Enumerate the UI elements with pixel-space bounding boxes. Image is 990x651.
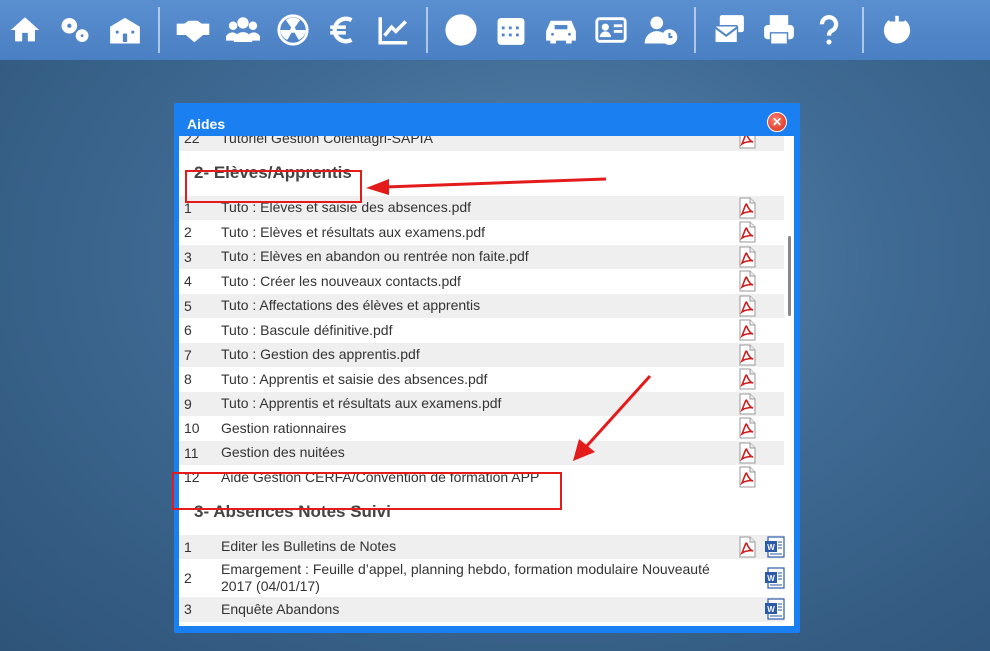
list-item[interactable]: 8 Tuto : Apprentis et saisie des absences… xyxy=(179,367,784,392)
list-item[interactable]: 10 Gestion rationnaires xyxy=(179,416,784,441)
list-item[interactable]: 22 Tutoriel Gestion Colentagri-SAPIA xyxy=(179,136,784,151)
pdf-icon[interactable] xyxy=(736,442,758,464)
item-label: Tuto : Apprentis et saisie des absences.… xyxy=(221,370,488,387)
radiation-icon[interactable] xyxy=(268,0,318,60)
item-label: Gestion des nuitées xyxy=(221,444,345,461)
item-label: Enquête Abandons xyxy=(221,600,340,617)
help-icon[interactable] xyxy=(804,0,854,60)
list-item[interactable]: 6 Tuto : Bascule définitive.pdf xyxy=(179,318,784,343)
id-card-icon[interactable] xyxy=(586,0,636,60)
list-item[interactable]: 1 Editer les Bulletins de Notes W xyxy=(179,534,786,559)
word-icon[interactable]: W xyxy=(764,536,786,558)
pdf-icon[interactable] xyxy=(736,393,758,415)
item-label: Tuto : Bascule définitive.pdf xyxy=(221,321,393,338)
item-label: Editer les Bulletins de Notes xyxy=(221,538,397,555)
item-number: 2 xyxy=(184,224,192,241)
highlight-box-section xyxy=(185,170,362,203)
user-clock-icon[interactable] xyxy=(636,0,686,60)
item-label: Emargement : Feuille d’appel, planning h… xyxy=(221,561,710,594)
toolbar-divider xyxy=(862,7,864,53)
pdf-icon[interactable] xyxy=(736,246,758,268)
highlight-box-item xyxy=(172,472,562,510)
pdf-icon[interactable] xyxy=(736,536,758,558)
item-number: 3 xyxy=(184,601,192,618)
item-number: 7 xyxy=(184,346,192,363)
gears-icon[interactable] xyxy=(50,0,100,60)
toolbar-divider xyxy=(158,7,160,53)
users-icon[interactable] xyxy=(218,0,268,60)
word-icon[interactable]: W xyxy=(764,598,786,620)
item-number: 2 xyxy=(184,570,192,586)
handshake-icon[interactable] xyxy=(168,0,218,60)
item-label: Gestion rationnaires xyxy=(221,419,347,436)
item-label: Tuto : Elèves en abandon ou rentrée non … xyxy=(221,248,529,265)
euro-icon[interactable] xyxy=(318,0,368,60)
main-toolbar xyxy=(0,0,990,60)
svg-text:W: W xyxy=(767,605,775,614)
pdf-icon[interactable] xyxy=(736,368,758,390)
toolbar-divider xyxy=(426,7,428,53)
scrollbar-thumb[interactable] xyxy=(788,236,791,316)
pdf-icon[interactable] xyxy=(736,319,758,341)
pdf-icon[interactable] xyxy=(736,197,758,219)
item-label: Tuto : Apprentis et résultats aux examen… xyxy=(221,395,502,412)
pdf-icon[interactable] xyxy=(736,417,758,439)
list-item[interactable]: 2 Tuto : Elèves et résultats aux examens.… xyxy=(179,220,784,245)
toolbar-divider xyxy=(694,7,696,53)
svg-text:W: W xyxy=(767,574,775,583)
dialog-content[interactable]: 22 Tutoriel Gestion Colentagri-SAPIA 2- … xyxy=(179,136,794,626)
list-item[interactable]: 3 Enquête Abandons W xyxy=(179,597,786,622)
help-list: 22 Tutoriel Gestion Colentagri-SAPIA 2- … xyxy=(179,136,786,622)
item-label: Tuto : Affectations des élèves et appren… xyxy=(221,297,481,314)
list-item[interactable]: 5 Tuto : Affectations des élèves et appre… xyxy=(179,293,784,318)
chart-line-icon[interactable] xyxy=(368,0,418,60)
item-label: Tuto : Elèves et résultats aux examens.p… xyxy=(221,223,486,240)
mail-stack-icon[interactable] xyxy=(704,0,754,60)
pdf-icon[interactable] xyxy=(736,344,758,366)
calendar-icon[interactable] xyxy=(486,0,536,60)
pdf-icon[interactable] xyxy=(736,270,758,292)
item-number: 10 xyxy=(184,420,200,437)
item-number: 22 xyxy=(184,136,200,147)
word-icon[interactable]: W xyxy=(764,567,786,589)
list-item[interactable]: 2 Emargement : Feuille d’appel, planning … xyxy=(179,559,786,597)
dialog-title: Aides xyxy=(187,116,226,132)
list-item[interactable]: 11 Gestion des nuitées xyxy=(179,440,784,465)
pdf-icon[interactable] xyxy=(736,136,758,149)
item-number: 11 xyxy=(184,444,199,461)
item-number: 5 xyxy=(184,297,192,314)
item-number: 8 xyxy=(184,371,192,388)
list-item[interactable]: 4 Tuto : Créer les nouveaux contacts.pdf xyxy=(179,269,784,294)
pdf-icon[interactable] xyxy=(736,221,758,243)
list-item[interactable]: 3 Tuto : Elèves en abandon ou rentrée non… xyxy=(179,244,784,269)
list-item[interactable]: 7 Tuto : Gestion des apprentis.pdf xyxy=(179,342,784,367)
car-icon[interactable] xyxy=(536,0,586,60)
item-label: Tuto : Gestion des apprentis.pdf xyxy=(221,346,420,363)
item-number: 1 xyxy=(184,538,192,555)
item-number: 9 xyxy=(184,395,192,412)
item-number: 3 xyxy=(184,248,192,265)
item-number: 6 xyxy=(184,322,192,339)
pdf-icon[interactable] xyxy=(736,295,758,317)
svg-text:W: W xyxy=(767,543,775,552)
close-button[interactable]: ✕ xyxy=(767,112,787,132)
home-icon[interactable] xyxy=(0,0,50,60)
list-item[interactable]: 9 Tuto : Apprentis et résultats aux exame… xyxy=(179,391,784,416)
item-number: 4 xyxy=(184,273,192,290)
item-label: Tuto : Créer les nouveaux contacts.pdf xyxy=(221,272,461,289)
print-icon[interactable] xyxy=(754,0,804,60)
globe-icon[interactable] xyxy=(436,0,486,60)
power-icon[interactable] xyxy=(872,0,922,60)
pdf-icon[interactable] xyxy=(736,466,758,488)
item-label: Tutoriel Gestion Colentagri-SAPIA xyxy=(221,136,433,146)
school-icon[interactable] xyxy=(100,0,150,60)
